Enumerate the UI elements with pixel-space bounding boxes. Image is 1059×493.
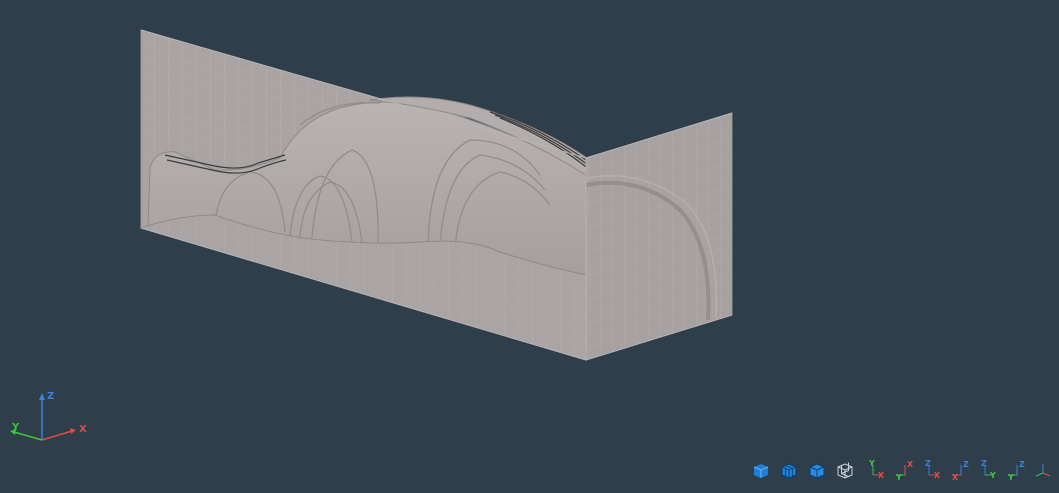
end-wall-grid — [586, 113, 732, 360]
view-right-yz-icon: Z Y — [981, 459, 996, 480]
axis-letter: Y — [868, 459, 875, 468]
axis-letter: Y — [989, 471, 996, 480]
view-top-xz-icon: Z X — [925, 459, 941, 480]
view-front-xy-icon: Y X — [868, 459, 885, 480]
axis-triad: Z X Y — [10, 391, 87, 441]
view-back-xy-button[interactable]: X Y — [892, 458, 914, 482]
view-shaded-icon — [753, 464, 769, 478]
axis-letter: Y — [895, 473, 902, 482]
view-left-yz-button[interactable]: Z Y — [1004, 458, 1026, 482]
tunnel-model[interactable] — [0, 0, 1059, 493]
x-axis-label: X — [79, 424, 87, 435]
view-top-xz-button[interactable]: Z X — [920, 458, 942, 482]
z-axis-label: Z — [47, 391, 54, 402]
axis-letter: Z — [925, 459, 931, 468]
view-isometric-button[interactable] — [1032, 458, 1054, 482]
view-left-yz-icon: Z Y — [1007, 460, 1025, 482]
axis-letter: X — [952, 473, 959, 482]
axis-letter: Z — [981, 459, 987, 468]
axis-letter: Y — [1007, 473, 1014, 482]
y-axis — [13, 431, 43, 441]
axis-letter: X — [934, 471, 941, 480]
view-toolbar: Y X X Y Z X Z X Z Y Z Y — [750, 458, 1055, 484]
view-hidden-line-icon — [809, 463, 825, 479]
view-shaded-button[interactable] — [750, 458, 772, 482]
view-right-yz-button[interactable]: Z Y — [976, 458, 998, 482]
x-axis — [41, 430, 73, 441]
view-back-xy-icon: X Y — [895, 460, 914, 482]
view-front-xy-button[interactable]: Y X — [864, 458, 886, 482]
view-wireframe-icon — [837, 462, 853, 479]
axis-letter: Z — [963, 460, 969, 469]
axis-letter: X — [878, 471, 885, 480]
view-shaded-edges-button[interactable] — [778, 458, 800, 482]
y-axis-label: Y — [11, 422, 20, 433]
axis-letter: Z — [1019, 460, 1025, 469]
3d-viewport[interactable]: Z X Y Y X X Y Z X Z X Z Y Z Y — [0, 0, 1059, 493]
axis-letter: X — [907, 460, 914, 469]
view-wireframe-button[interactable] — [834, 458, 856, 482]
view-isometric-icon — [1035, 464, 1051, 477]
view-shaded-edges-icon — [781, 463, 797, 479]
view-hidden-line-button[interactable] — [806, 458, 828, 482]
view-bottom-xz-icon: Z X — [952, 460, 969, 482]
view-bottom-xz-button[interactable]: Z X — [948, 458, 970, 482]
